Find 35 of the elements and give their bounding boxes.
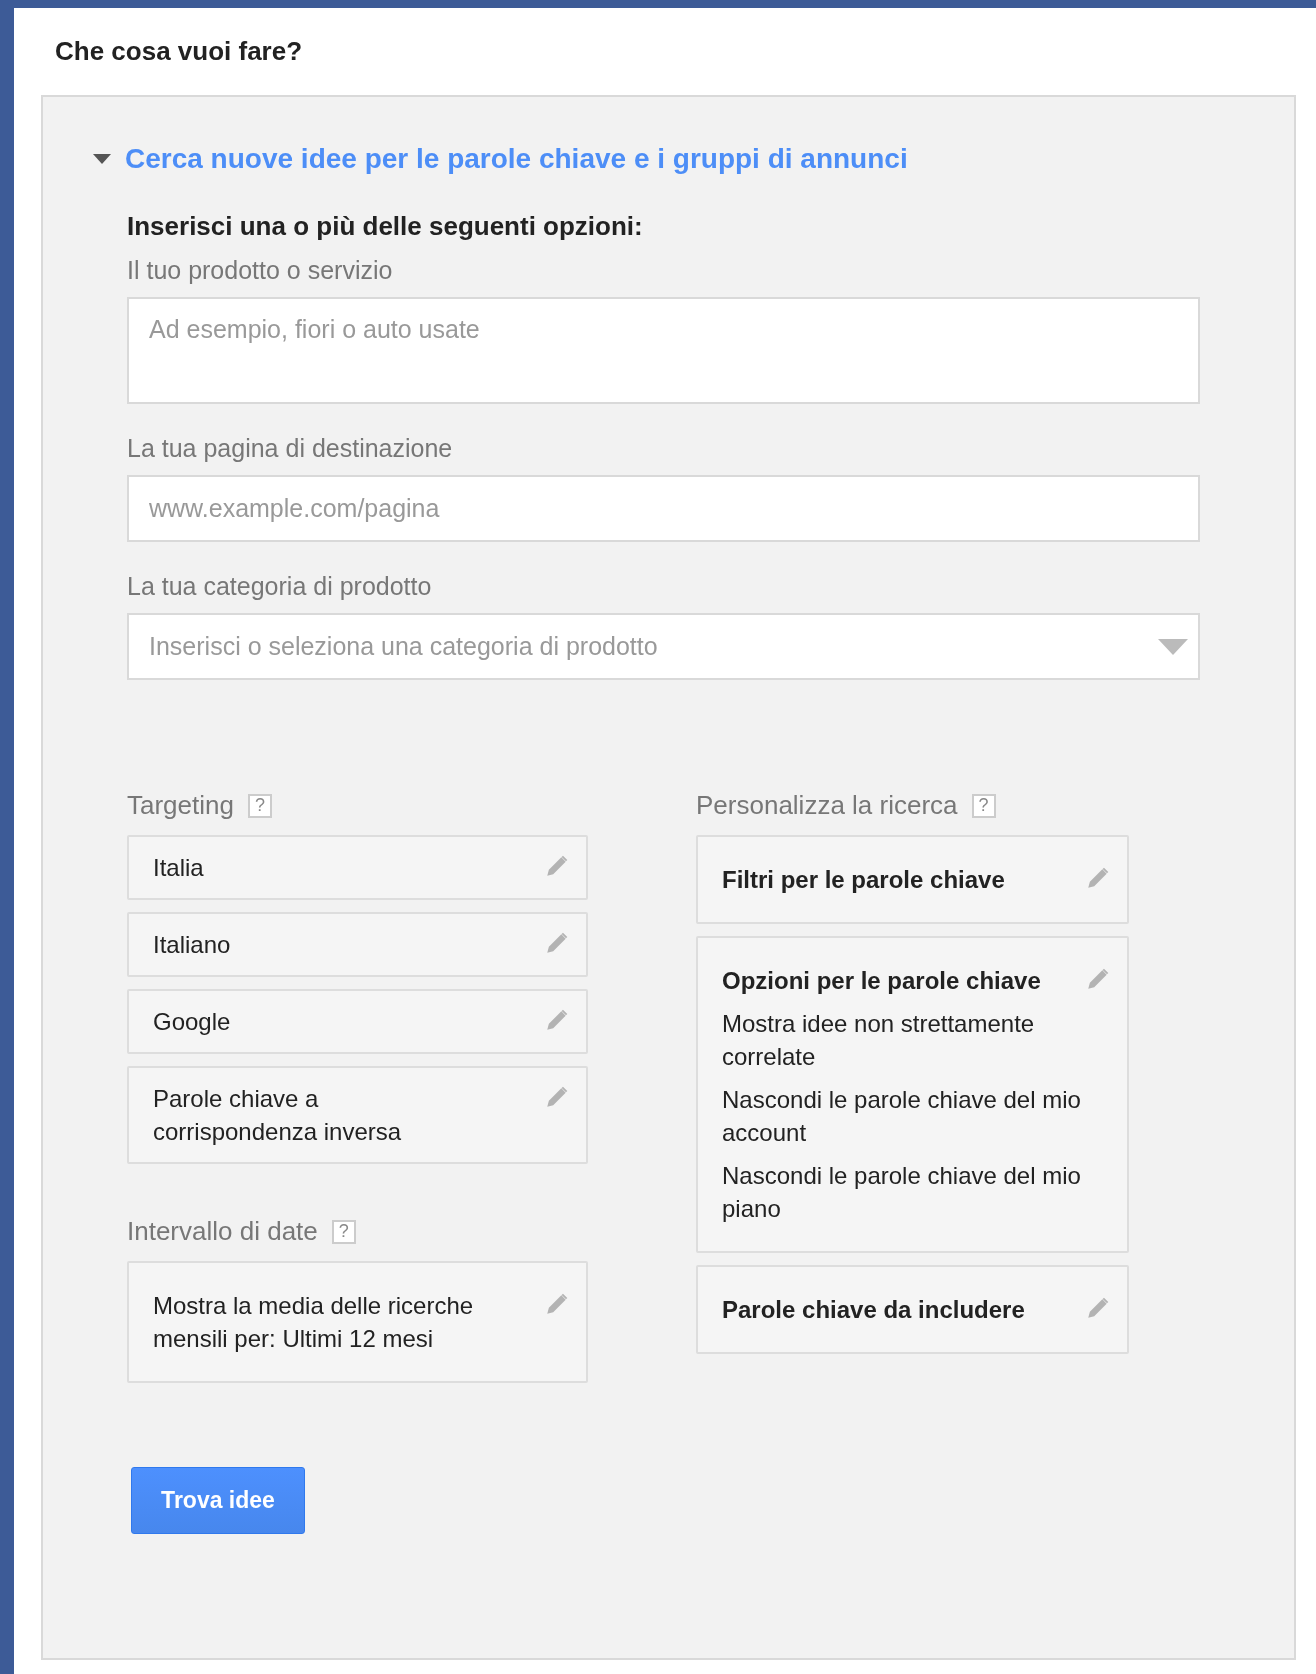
field-label: Il tuo prodotto o servizio — [127, 256, 394, 285]
page-title: Che cosa vuoi fare? — [55, 36, 304, 67]
field-label: La tua pagina di destinazione — [127, 434, 454, 463]
pencil-icon[interactable] — [544, 1291, 570, 1317]
pencil-icon[interactable] — [1085, 865, 1111, 891]
pencil-icon[interactable] — [544, 853, 570, 879]
pencil-icon[interactable] — [1085, 1295, 1111, 1321]
section-label: Personalizza la ricerca — [696, 790, 958, 821]
card-title: Opzioni per le parole chiave — [722, 966, 1042, 996]
card-title: Parole chiave da includere — [722, 1295, 1025, 1325]
pencil-icon[interactable] — [544, 1084, 570, 1110]
targeting-card[interactable]: Google — [127, 989, 588, 1054]
date-range-card[interactable]: Mostra la media delle ricerche mensili per: Ultimi 12 mesi — [127, 1261, 588, 1383]
option-text: Mostra idee non strettamente correlate — [722, 1009, 1036, 1072]
section-label: Targeting — [127, 790, 234, 821]
caret-down-icon — [1158, 639, 1188, 655]
caret-down-icon[interactable] — [93, 154, 111, 164]
targeting-card[interactable]: Parole chiave a corrispondenza inversa — [127, 1066, 588, 1164]
field-label: La tua categoria di prodotto — [127, 572, 433, 601]
option-card[interactable]: Parole chiave da includere — [696, 1265, 1129, 1354]
targeting-card[interactable]: Italiano — [127, 912, 588, 977]
option-card[interactable]: Filtri per le parole chiave — [696, 835, 1129, 924]
instruction-text: Inserisci una o più delle seguenti opzioni: — [127, 211, 644, 242]
pencil-icon[interactable] — [1085, 966, 1111, 992]
help-button[interactable]: ? — [247, 793, 272, 818]
pencil-icon[interactable] — [544, 930, 570, 956]
targeting-card[interactable]: Italia — [127, 835, 588, 900]
option-text: Nascondi le parole chiave del mio account — [722, 1085, 1082, 1148]
help-button[interactable]: ? — [971, 793, 996, 818]
section-label: Intervallo di date — [127, 1216, 318, 1247]
option-card[interactable]: Opzioni per le parole chiave Mostra idee non strettamente correlate Nascondi le parole chiave del mio account Nascondi le parole chiave del mio piano — [696, 936, 1129, 1253]
help-button[interactable]: ? — [331, 1219, 356, 1244]
option-text: Nascondi le parole chiave del mio piano — [722, 1161, 1082, 1224]
card-title: Filtri per le parole chiave — [722, 865, 1005, 895]
pencil-icon[interactable] — [544, 1007, 570, 1033]
